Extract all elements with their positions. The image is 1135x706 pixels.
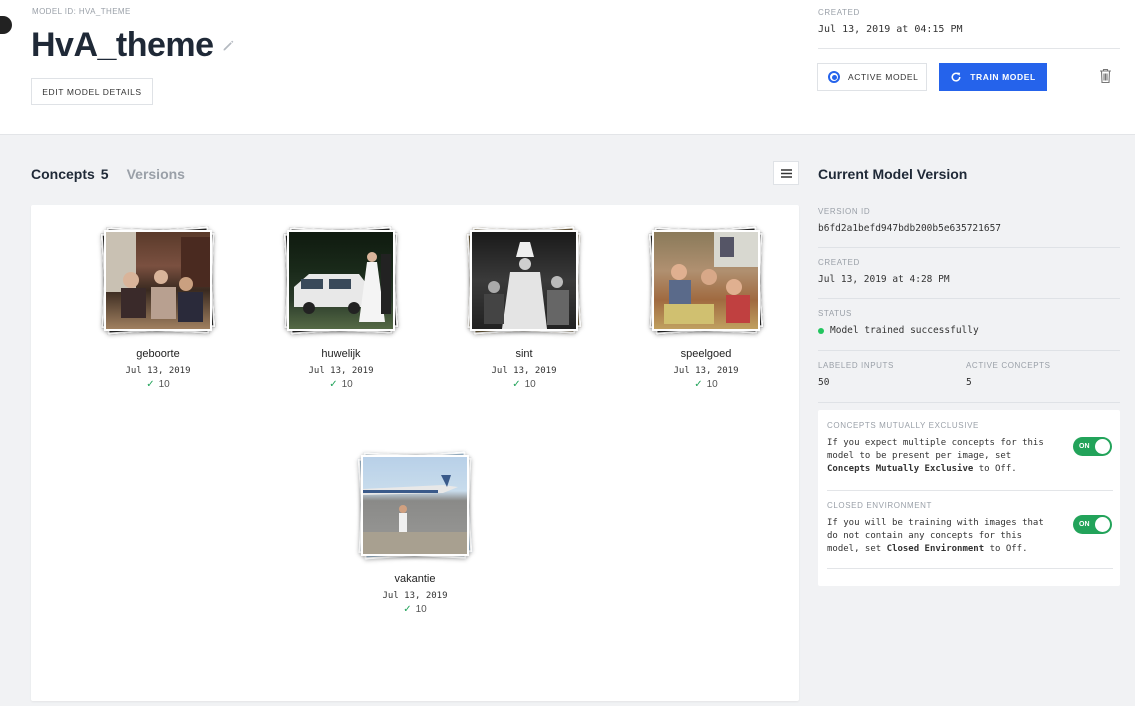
closed-env-label: CLOSED ENVIRONMENT <box>827 501 933 510</box>
divider <box>818 247 1120 248</box>
model-header: MODEL ID: HvA_theme HvA_theme EDIT MODEL… <box>0 0 1135 135</box>
photo-image <box>287 230 395 331</box>
divider <box>827 490 1113 491</box>
exclusive-description: If you expect multiple concepts for this… <box>827 437 1052 476</box>
version-id-label: VERSION ID <box>818 207 871 216</box>
active-concepts-label: ACTIVE CONCEPTS <box>966 361 1051 370</box>
concept-thumbnail[interactable] <box>464 225 584 340</box>
concept-name: huwelijk <box>321 348 361 360</box>
active-model-button[interactable]: ACTIVE MODEL <box>817 63 927 91</box>
concept-date: Jul 13, 2019 <box>673 366 739 376</box>
concept-card[interactable]: speelgoed Jul 13, 2019 ✓ 10 <box>631 225 781 390</box>
concepts-count: 5 <box>100 166 109 182</box>
concept-name: sint <box>515 348 533 360</box>
concept-card[interactable]: sint Jul 13, 2019 ✓ 10 <box>449 225 599 390</box>
status-label: STATUS <box>818 309 852 318</box>
concept-name: vakantie <box>394 573 436 585</box>
active-concepts-value: 5 <box>966 377 972 388</box>
concept-card[interactable]: vakantie Jul 13, 2019 ✓ 10 <box>340 450 490 615</box>
concept-date: Jul 13, 2019 <box>382 591 448 601</box>
hamburger-icon <box>780 168 792 178</box>
photo-image <box>652 230 760 331</box>
concept-thumbnail[interactable] <box>281 225 401 340</box>
toggle-knob <box>1095 439 1110 454</box>
toggle-label: ON <box>1079 443 1090 450</box>
tab-concepts[interactable]: Concepts <box>31 166 95 182</box>
labeled-inputs-value: 50 <box>818 377 830 388</box>
model-id-label: MODEL ID: HvA_theme <box>32 7 131 16</box>
concept-date: Jul 13, 2019 <box>125 366 191 376</box>
model-settings-card: CONCEPTS MUTUALLY EXCLUSIVE If you expec… <box>818 410 1120 586</box>
back-handle[interactable] <box>0 16 12 34</box>
menu-button[interactable] <box>773 161 799 185</box>
concept-date: Jul 13, 2019 <box>308 366 374 376</box>
photo-image <box>361 455 469 556</box>
concept-count-value: 10 <box>415 604 427 615</box>
closed-env-toggle[interactable]: ON <box>1073 515 1112 534</box>
closed-bold-text: Closed Environment <box>886 544 985 554</box>
photo-image <box>470 230 578 331</box>
concept-count: ✓ 10 <box>694 379 718 390</box>
closed-text-end: to Off. <box>984 544 1028 554</box>
current-version-title: Current Model Version <box>818 166 968 182</box>
check-icon: ✓ <box>403 604 412 615</box>
divider <box>818 350 1120 351</box>
concept-count: ✓ 10 <box>146 379 170 390</box>
train-model-button[interactable]: TRAIN MODEL <box>939 63 1047 91</box>
concept-tabs: Concepts 5 Versions <box>31 166 185 182</box>
train-model-label: TRAIN MODEL <box>970 72 1036 82</box>
concept-name: geboorte <box>136 348 180 360</box>
labeled-inputs-label: LABELED INPUTS <box>818 361 894 370</box>
toggle-label: ON <box>1079 521 1090 528</box>
photo-image <box>104 230 212 331</box>
check-icon: ✓ <box>694 379 703 390</box>
concept-count-value: 10 <box>524 379 536 390</box>
concept-thumbnail[interactable] <box>646 225 766 340</box>
concept-count: ✓ 10 <box>403 604 427 615</box>
edit-model-details-button[interactable]: EDIT MODEL DETAILS <box>31 78 153 105</box>
refresh-icon <box>951 72 961 82</box>
active-model-label: ACTIVE MODEL <box>848 72 919 82</box>
concept-count-value: 10 <box>341 379 353 390</box>
concept-count: ✓ 10 <box>329 379 353 390</box>
toggle-knob <box>1095 517 1110 532</box>
concept-card[interactable]: geboorte Jul 13, 2019 ✓ 10 <box>83 225 233 390</box>
concept-thumbnail[interactable] <box>98 225 218 340</box>
status-text: Model trained successfully <box>830 325 979 336</box>
exclusive-text: If you expect multiple concepts for this… <box>827 438 1044 461</box>
check-icon: ✓ <box>512 379 521 390</box>
exclusive-text-end: to Off. <box>973 464 1017 474</box>
version-id-value: b6fd2a1befd947bdb200b5e635721657 <box>818 223 1002 234</box>
check-icon: ✓ <box>329 379 338 390</box>
concept-card[interactable]: huwelijk Jul 13, 2019 ✓ 10 <box>266 225 416 390</box>
header-divider <box>818 48 1120 49</box>
pencil-icon[interactable] <box>222 39 235 52</box>
concept-thumbnail[interactable] <box>355 450 475 565</box>
concept-name: speelgoed <box>680 348 732 360</box>
concepts-grid: geboorte Jul 13, 2019 ✓ 10 huwelijk Jul 1… <box>31 205 799 701</box>
divider <box>818 298 1120 299</box>
concept-count-value: 10 <box>706 379 718 390</box>
created-value: Jul 13, 2019 at 04:15 PM <box>818 24 963 35</box>
exclusive-label: CONCEPTS MUTUALLY EXCLUSIVE <box>827 421 979 430</box>
status-dot-icon <box>818 327 824 334</box>
radio-selected-icon <box>828 71 840 83</box>
divider <box>827 568 1113 569</box>
exclusive-toggle[interactable]: ON <box>1073 437 1112 456</box>
closed-env-description: If you will be training with images that… <box>827 517 1052 556</box>
model-title-text: HvA_theme <box>31 26 214 64</box>
version-created-value: Jul 13, 2019 at 4:28 PM <box>818 274 950 285</box>
page-title: HvA_theme <box>31 26 235 65</box>
version-created-label: CREATED <box>818 258 860 267</box>
concept-date: Jul 13, 2019 <box>491 366 557 376</box>
concept-count: ✓ 10 <box>512 379 536 390</box>
created-label: CREATED <box>818 8 860 17</box>
trash-icon[interactable] <box>1099 68 1112 89</box>
check-icon: ✓ <box>146 379 155 390</box>
tab-versions[interactable]: Versions <box>127 166 185 182</box>
concept-count-value: 10 <box>158 379 170 390</box>
status-value: Model trained successfully <box>818 325 979 336</box>
divider <box>818 402 1120 403</box>
exclusive-bold-text: Concepts Mutually Exclusive <box>827 464 974 474</box>
